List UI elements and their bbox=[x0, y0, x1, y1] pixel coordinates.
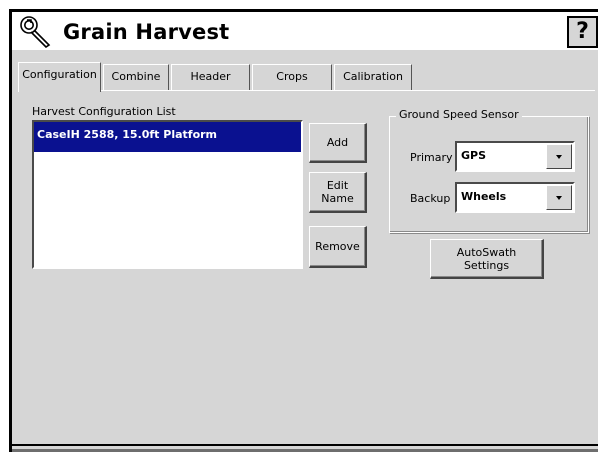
chevron-down-icon[interactable] bbox=[546, 144, 572, 169]
tab-crops[interactable]: Crops bbox=[252, 64, 332, 90]
list-item[interactable]: CaseIH 2588, 15.0ft Platform bbox=[34, 122, 301, 152]
edit-name-label-2: Name bbox=[321, 192, 354, 205]
remove-button-label: Remove bbox=[315, 240, 360, 253]
backup-label: Backup bbox=[410, 192, 451, 205]
primary-select-value: GPS bbox=[461, 149, 487, 162]
backup-select-value: Wheels bbox=[461, 190, 507, 203]
main-panel: Configuration Combine Header Crops Calib… bbox=[9, 50, 598, 452]
autoswath-settings-button[interactable]: AutoSwath Settings bbox=[430, 239, 544, 279]
bottom-divider bbox=[12, 444, 598, 446]
ground-speed-sensor-group: Ground Speed Sensor Primary GPS Backup W… bbox=[389, 108, 589, 233]
primary-label: Primary bbox=[410, 151, 453, 164]
add-button-label: Add bbox=[326, 136, 349, 149]
harvest-config-list[interactable]: CaseIH 2588, 15.0ft Platform bbox=[32, 120, 303, 269]
primary-select[interactable]: GPS bbox=[455, 141, 575, 172]
tab-combine[interactable]: Combine bbox=[103, 64, 169, 90]
autoswath-label-2: Settings bbox=[463, 258, 510, 272]
remove-button[interactable]: Remove bbox=[309, 226, 367, 268]
help-button[interactable]: ? bbox=[567, 16, 598, 48]
edit-name-button[interactable]: Edit Name bbox=[309, 172, 367, 213]
tab-divider bbox=[18, 90, 595, 91]
edit-name-label-1: Edit bbox=[326, 179, 349, 192]
harvest-list-label: Harvest Configuration List bbox=[32, 105, 176, 118]
tab-calibration[interactable]: Calibration bbox=[334, 64, 412, 90]
add-button[interactable]: Add bbox=[309, 123, 367, 163]
page-title: Grain Harvest bbox=[63, 20, 230, 44]
backup-select[interactable]: Wheels bbox=[455, 182, 575, 213]
tab-configuration[interactable]: Configuration bbox=[18, 62, 101, 92]
ground-speed-sensor-title: Ground Speed Sensor bbox=[396, 108, 522, 121]
title-bar: Grain Harvest ? bbox=[9, 9, 598, 50]
chevron-down-icon[interactable] bbox=[546, 185, 572, 210]
wrench-icon bbox=[20, 16, 51, 48]
tab-header[interactable]: Header bbox=[171, 64, 250, 90]
autoswath-label-1: AutoSwath bbox=[456, 245, 517, 259]
